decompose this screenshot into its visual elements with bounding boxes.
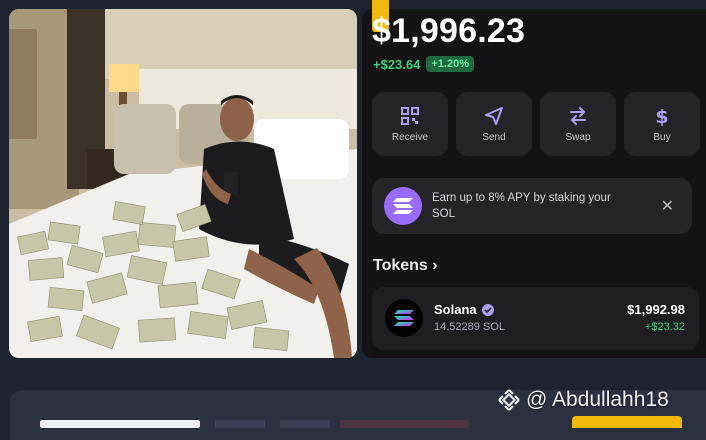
solana-logo-icon	[384, 187, 422, 225]
bedroom-photo-illustration	[9, 9, 357, 358]
watermark-handle: @ Abdullahh18	[526, 388, 669, 411]
balance-change-value: +$23.64	[373, 56, 421, 72]
receive-button[interactable]: Receive	[372, 92, 448, 156]
swap-button[interactable]: Swap	[540, 92, 616, 156]
send-label: Send	[482, 131, 506, 143]
paper-plane-icon	[485, 106, 503, 125]
swap-label: Swap	[565, 131, 591, 143]
send-button[interactable]: Send	[456, 92, 532, 156]
balance-amount: $1,996.23	[372, 12, 526, 50]
qr-code-icon	[401, 106, 419, 125]
svg-text:$: $	[655, 106, 668, 126]
tokens-header-label: Tokens	[373, 257, 428, 274]
token-value: $1,992.98	[627, 302, 685, 317]
tokens-header[interactable]: Tokens ›	[373, 257, 438, 275]
dollar-icon: $	[655, 106, 668, 126]
photo-image	[9, 9, 357, 358]
token-name: Solana	[434, 302, 494, 317]
balance-change-percent-badge: +1.20%	[426, 56, 474, 72]
binance-logo-icon	[498, 389, 520, 411]
chevron-right-icon: ›	[432, 257, 438, 274]
swap-arrows-icon	[570, 106, 586, 125]
bottom-action-button[interactable]	[572, 416, 682, 428]
token-amount: 14.52289 SOL	[434, 321, 505, 333]
token-row-solana[interactable]: Solana 14.52289 SOL $1,992.98 +$23.32	[372, 287, 699, 350]
wallet-actions: Receive Send Swap $ Buy	[372, 92, 700, 156]
earn-banner-text: Earn up to 8% APY by staking your SOL	[432, 192, 611, 220]
receive-label: Receive	[391, 131, 429, 143]
verified-badge-icon	[481, 303, 494, 316]
token-name-label: Solana	[434, 302, 477, 317]
balance-change-row: +$23.64 +1.20%	[373, 56, 474, 72]
buy-label: Buy	[653, 131, 671, 143]
close-icon[interactable]: ✕	[661, 196, 674, 216]
buy-button[interactable]: $ Buy	[624, 92, 700, 156]
earn-staking-banner[interactable]: Earn up to 8% APY by staking your SOL ✕	[372, 178, 692, 234]
token-change: +$23.32	[644, 321, 685, 333]
solana-token-icon	[385, 299, 423, 337]
watermark: @ Abdullahh18	[497, 388, 669, 412]
